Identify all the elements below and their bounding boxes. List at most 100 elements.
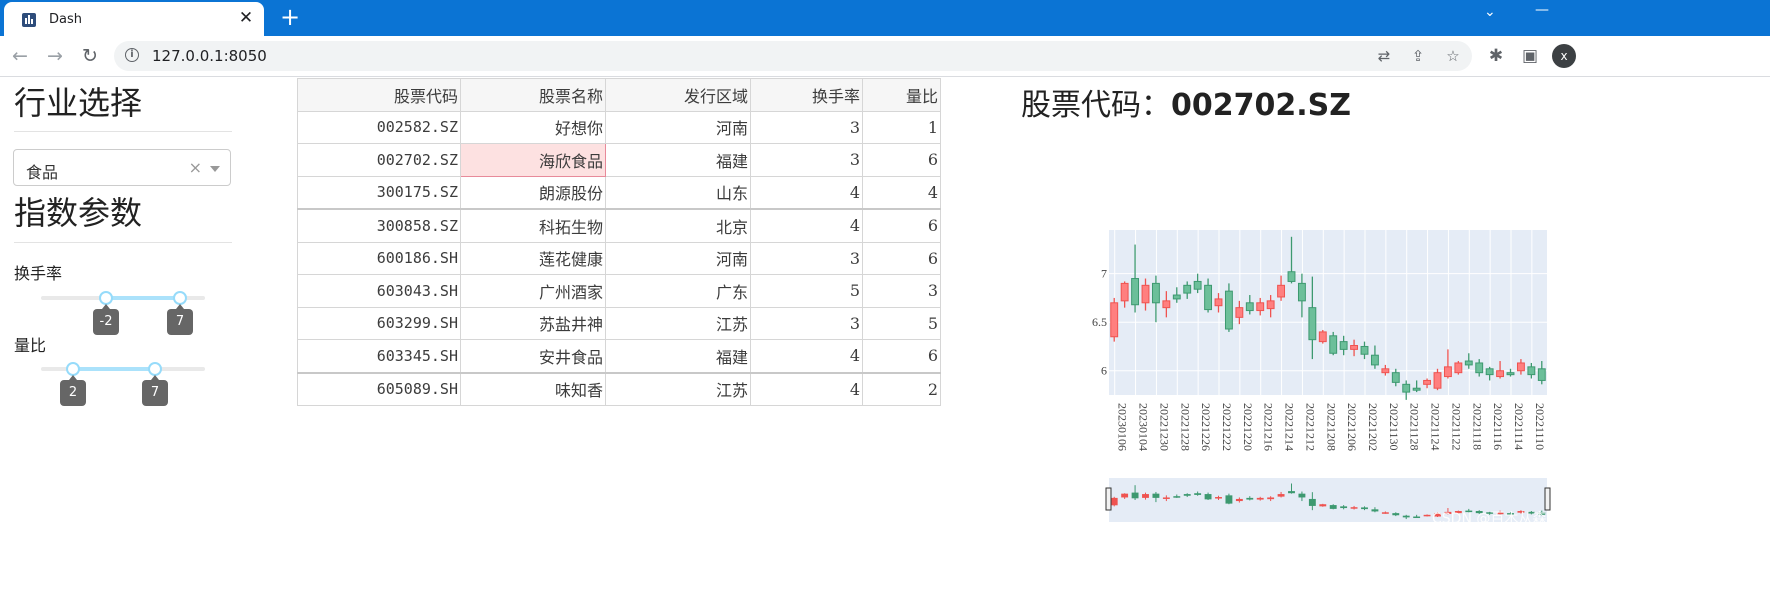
mini-candle-body [1267,497,1275,500]
range-slider-right-handle [1544,487,1551,511]
x-tick-label: 20221222 [1220,403,1234,451]
x-tick-label: 20221116 [1491,403,1505,450]
candle-body [1339,341,1348,350]
mini-candle-body [1131,492,1139,499]
candle-body [1277,284,1286,298]
mini-candle-body [1246,497,1254,500]
x-tick-label: 20221212 [1303,403,1317,451]
mini-candle-body [1288,491,1295,494]
candle-body [1454,362,1463,374]
mini-candle-body [1121,493,1129,498]
candle-body [1110,302,1119,338]
candle-body [1350,345,1359,350]
candle-body [1433,372,1442,389]
mini-candle-body [1152,493,1160,498]
mini-candle-body [1194,493,1202,495]
mini-candle-body [1423,514,1431,517]
candle-body [1162,300,1171,309]
mini-candle-body [1183,494,1191,496]
x-tick-label: 20221228 [1178,403,1192,451]
candle-body [1318,331,1327,343]
candle-body [1287,271,1296,282]
x-tick-label: 20221124 [1429,403,1443,451]
candle-body [1308,307,1317,341]
candle-body [1183,284,1192,294]
mini-candle-body [1319,504,1327,507]
mini-candle-body [1298,493,1306,498]
candle-body [1224,290,1233,330]
candle-body [1204,284,1213,311]
x-tick-label: 20221208 [1324,403,1338,451]
y-tick-label: 6 [1101,364,1107,378]
candle-body [1506,372,1515,376]
y-tick-label: 6.5 [1092,315,1107,329]
x-tick-label: 20221130 [1387,403,1401,451]
x-tick-label: 20221110 [1533,403,1547,450]
mini-candle-body [1308,498,1316,506]
mini-candle-body [1381,512,1389,514]
mini-candle-body [1329,505,1337,509]
candle-body [1391,372,1400,383]
y-tick-label: 7 [1101,267,1107,281]
x-tick-label: 20230104 [1137,403,1151,451]
x-tick-label: 20221202 [1366,403,1380,451]
x-tick-label: 20221114 [1512,403,1526,450]
mini-candle-body [1361,507,1368,510]
candle-body [1485,368,1494,376]
x-tick-label: 20221230 [1157,403,1171,451]
candle-body [1266,300,1275,310]
candle-body [1475,362,1484,374]
x-tick-label: 20221128 [1408,403,1422,451]
candle-body [1381,368,1390,374]
mini-candle-body [1340,506,1348,509]
x-tick-label: 20221206 [1345,403,1359,451]
candle-body [1464,360,1473,366]
mini-candle-body [1173,496,1181,498]
x-tick-label: 20221220 [1241,403,1255,451]
candle-body [1537,368,1546,381]
candle-body [1329,335,1338,354]
candle-body [1443,366,1452,378]
candle-body [1527,366,1536,376]
mini-candle-body [1110,497,1118,506]
mini-candle-body [1256,497,1264,500]
x-tick-label: 20221214 [1283,403,1297,451]
candle-body [1141,284,1150,304]
x-tick-label: 20221118 [1470,403,1484,450]
x-tick-label: 20221216 [1262,403,1276,451]
mini-candle-body [1277,494,1285,497]
mini-candle-body [1204,494,1212,500]
candle-body [1172,294,1181,300]
mini-candle-body [1402,515,1410,518]
candle-body [1412,387,1421,391]
mini-candle-body [1162,497,1170,499]
x-tick-label: 20230106 [1116,403,1130,451]
mini-candle-body [1225,495,1233,504]
x-tick-label: 20221226 [1199,403,1213,451]
candle-body [1235,307,1244,318]
mini-candle-body [1413,516,1421,519]
candle-body [1496,370,1505,378]
x-tick-label: 20221122 [1449,403,1463,451]
candle-body [1402,383,1411,393]
mini-candle-body [1215,497,1222,499]
candle-body [1193,280,1202,290]
candle-body [1370,354,1379,366]
candle-body [1423,379,1432,385]
mini-candle-body [1392,513,1400,516]
candle-body [1214,298,1223,307]
candle-body [1297,282,1306,302]
candle-body [1151,282,1160,304]
candle-body [1131,278,1140,306]
candle-body [1516,362,1525,372]
mini-candle-body [1142,494,1149,498]
mini-candle-body [1235,498,1243,502]
range-slider-left-handle [1105,487,1112,511]
candle-body [1120,282,1129,302]
candle-body [1360,345,1369,355]
candle-body [1245,302,1254,312]
mini-candle-body [1371,509,1379,512]
candle-body [1256,302,1265,312]
watermark-text: CSDN @百木从森 [1432,511,1547,527]
mini-candle-body [1350,507,1358,509]
